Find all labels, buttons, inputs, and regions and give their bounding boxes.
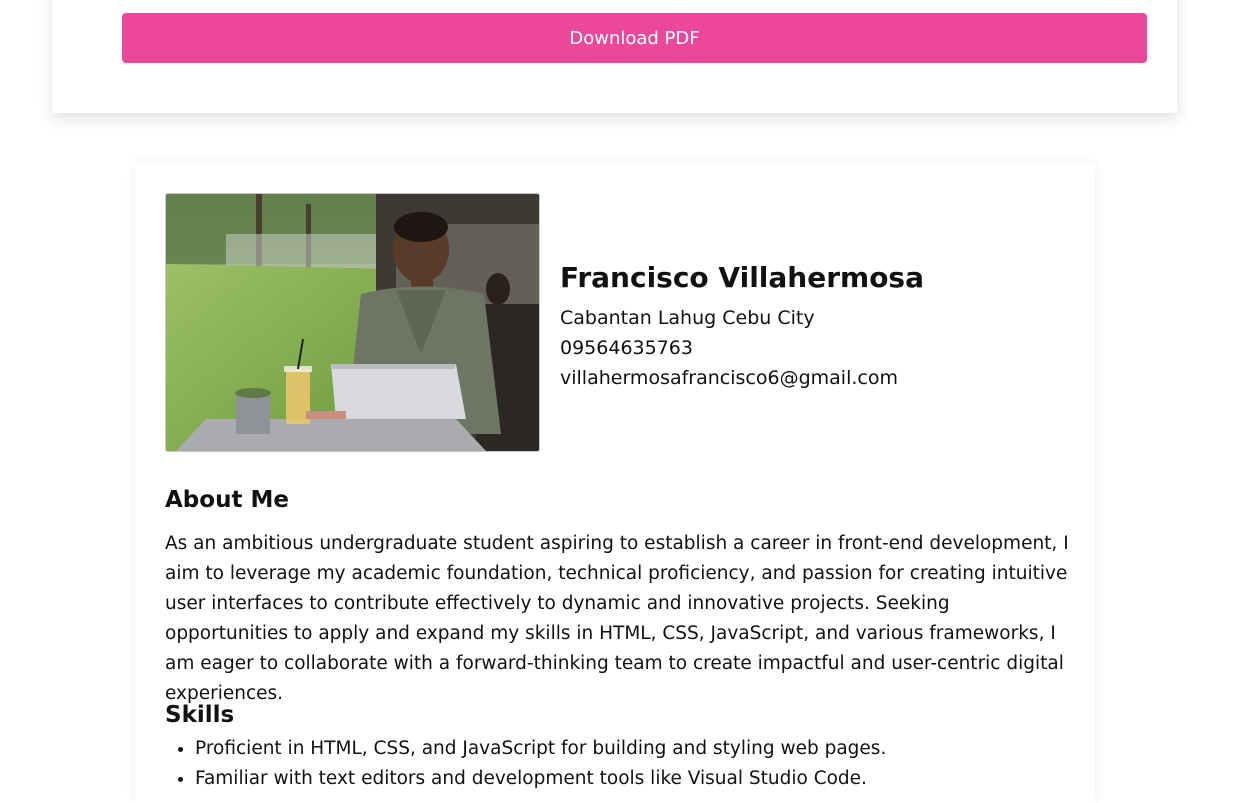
download-pdf-button[interactable]: Download PDF: [122, 13, 1147, 63]
skills-list: Proficient in HTML, CSS, and JavaScript …: [165, 734, 1075, 794]
skill-item: Proficient in HTML, CSS, and JavaScript …: [195, 734, 1075, 764]
contact-block: Francisco Villahermosa Cabantan Lahug Ce…: [560, 261, 924, 393]
full-name: Francisco Villahermosa: [560, 261, 924, 294]
profile-photo-image: [166, 194, 539, 451]
email-text: villahermosafrancisco6@gmail.com: [560, 367, 898, 389]
about-paragraph: As an ambitious undergraduate student as…: [165, 533, 1069, 704]
resume-card: Francisco Villahermosa Cabantan Lahug Ce…: [135, 163, 1095, 803]
address-text: Cabantan Lahug Cebu City: [560, 307, 815, 329]
download-panel: Download PDF: [52, 0, 1177, 113]
skill-item: Familiar with text editors and developme…: [195, 764, 1075, 794]
phone-text: 09564635763: [560, 337, 693, 359]
skills-heading: Skills: [165, 702, 235, 728]
profile-photo: [165, 193, 540, 452]
about-heading: About Me: [165, 487, 289, 513]
